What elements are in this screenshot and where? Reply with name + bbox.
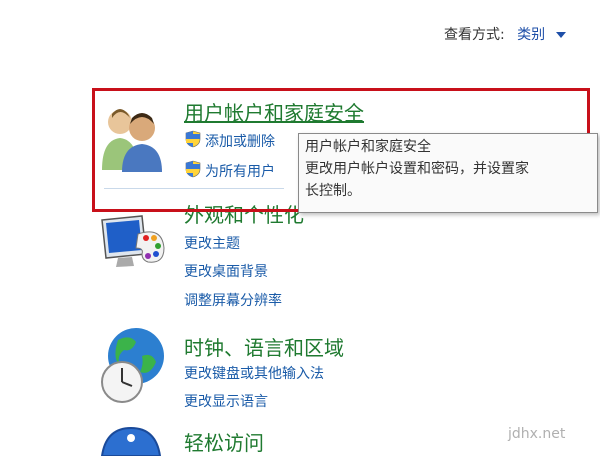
link-adjust-screen-resolution[interactable]: 调整屏幕分辨率: [184, 290, 282, 310]
tooltip-description-line: 更改用户帐户设置和密码，并设置家: [305, 161, 529, 177]
globe-clock-icon[interactable]: [96, 326, 168, 406]
category-title-ease-of-access[interactable]: 轻松访问: [184, 427, 264, 456]
watermark: jdhx.net: [508, 426, 566, 442]
ease-of-access-icon[interactable]: [98, 426, 164, 456]
link-change-keyboard-input[interactable]: 更改键盘或其他输入法: [184, 363, 324, 383]
tooltip-description-line: 长控制。: [305, 183, 361, 199]
display-palette-icon[interactable]: [98, 212, 168, 274]
view-by-dropdown[interactable]: 类别: [517, 27, 545, 43]
link-change-display-language[interactable]: 更改显示语言: [184, 391, 268, 411]
category-title-clock-language-region[interactable]: 时钟、语言和区域: [184, 332, 344, 361]
link-change-desktop-background[interactable]: 更改桌面背景: [184, 261, 268, 281]
view-by-label: 查看方式:: [444, 27, 505, 43]
view-by-control: 查看方式: 类别: [444, 24, 566, 44]
tooltip-title: 用户帐户和家庭安全: [305, 139, 431, 155]
tooltip: 用户帐户和家庭安全 更改用户帐户设置和密码，并设置家 长控制。: [298, 133, 598, 213]
chevron-down-icon[interactable]: [555, 32, 566, 38]
link-change-theme[interactable]: 更改主题: [184, 233, 240, 253]
